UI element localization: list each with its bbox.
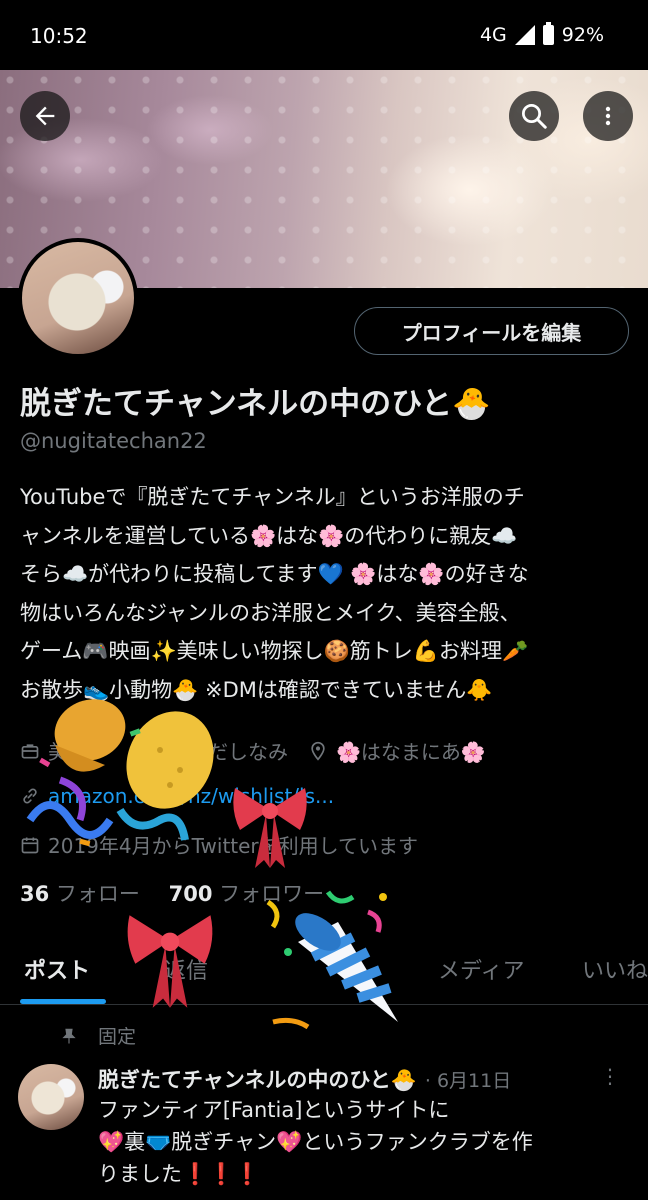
link-icon [20, 786, 40, 806]
tweet-line: 💖裏🩲脱ぎチャン💖というファンクラブを作 [98, 1130, 533, 1154]
followers-link[interactable]: 700 フォロワー [169, 882, 325, 906]
bio-line: ャンネルを運営している🌸はな🌸の代わりに親友☁️ [20, 523, 518, 548]
following-label: フォロー [55, 882, 140, 906]
battery-icon [542, 22, 554, 45]
more-options-button[interactable] [583, 91, 633, 141]
more-horizontal-icon[interactable]: ⋮ [600, 1064, 620, 1088]
back-arrow-icon [35, 106, 55, 126]
bio-line: お散歩👟小動物🐣 ※DMは確認できていません🐥 [20, 677, 493, 702]
profile-bio: YouTubeで『脱ぎたてチャンネル』というお洋服のチ ャンネルを運営している🌸… [20, 478, 632, 709]
bio-line: YouTubeで『脱ぎたてチャンネル』というお洋服のチ [20, 485, 525, 509]
tweet-author-avatar[interactable] [18, 1064, 84, 1130]
followers-label: フォロワー [219, 882, 325, 906]
tweet-date[interactable]: · 6月11日 [425, 1066, 511, 1093]
back-button[interactable] [20, 91, 70, 141]
pinned-label: 固定 [98, 1026, 137, 1048]
tweet-header: 脱ぎたてチャンネルの中のひと🐣 · 6月11日 ⋮ [98, 1064, 638, 1094]
tab-posts[interactable]: ポスト [24, 953, 90, 985]
pin-icon [62, 1028, 76, 1043]
status-indicators: 4G 92% [479, 22, 604, 46]
profile-meta-category-location: 美 ・身だしなみ 🌸はなまにあ🌸 [20, 736, 486, 765]
profile-category: 美 ・身だしなみ [48, 740, 288, 764]
tab-replies[interactable]: 返信 [164, 953, 208, 985]
briefcase-icon [20, 741, 40, 761]
status-time: 10:52 [30, 24, 88, 48]
search-button[interactable] [509, 91, 559, 141]
profile-website-link[interactable]: amazon.co.jp/hz/wishlist/ls... [48, 784, 334, 808]
bio-line: 物はいろんなジャンルのお洋服とメイク、美容全般、 [20, 600, 521, 625]
profile-location: 🌸はなまにあ🌸 [336, 740, 486, 764]
more-vertical-icon [605, 106, 611, 126]
bio-line: ゲーム🎮映画✨美味しい物探し🍪筋トレ💪お料理🥕 [20, 639, 529, 663]
search-icon [522, 104, 547, 129]
follow-counts: 36 フォロー 700 フォロワー [20, 878, 324, 908]
status-bar: 10:52 4G 92% [0, 0, 648, 70]
tab-media[interactable]: メディア [438, 953, 524, 985]
battery-percent: 92% [561, 24, 604, 46]
location-pin-icon [308, 741, 328, 761]
pinned-indicator: 固定 [60, 1022, 136, 1049]
profile-meta-joined: 2019年4月からTwitterを利用しています [20, 830, 418, 859]
followers-count: 700 [168, 882, 213, 906]
signal-icon [514, 25, 535, 45]
active-tab-indicator [20, 999, 106, 1004]
tweet-line: りました❗️❗️❗️ [98, 1162, 261, 1186]
profile-avatar[interactable] [18, 238, 138, 358]
calendar-icon [20, 835, 40, 855]
bio-line: そら☁️が代わりに投稿してます💙 🌸はな🌸の好きな [20, 562, 529, 586]
user-handle: @nugitatechan22 [20, 429, 207, 453]
edit-profile-button[interactable]: プロフィールを編集 [354, 307, 629, 355]
profile-joined-date: 2019年4月からTwitterを利用しています [48, 834, 419, 858]
network-label: 4G [479, 24, 507, 46]
tweet-body[interactable]: ファンティア[Fantia]というサイトに 💖裏🩲脱ぎチャン💖というファンクラブ… [98, 1094, 638, 1190]
profile-meta-link: amazon.co.jp/hz/wishlist/ls... [20, 784, 334, 808]
tab-likes[interactable]: いいね [582, 953, 648, 985]
following-count: 36 [20, 882, 50, 906]
display-name: 脱ぎたてチャンネルの中のひと🐣 [20, 386, 491, 422]
profile-tabs: ポスト 返信 メディア いいね [0, 945, 648, 1005]
following-link[interactable]: 36 フォロー [20, 882, 140, 906]
tweet-author-name[interactable]: 脱ぎたてチャンネルの中のひと🐣 [98, 1064, 417, 1094]
tweet-line: ファンティア[Fantia]というサイトに [98, 1098, 450, 1122]
